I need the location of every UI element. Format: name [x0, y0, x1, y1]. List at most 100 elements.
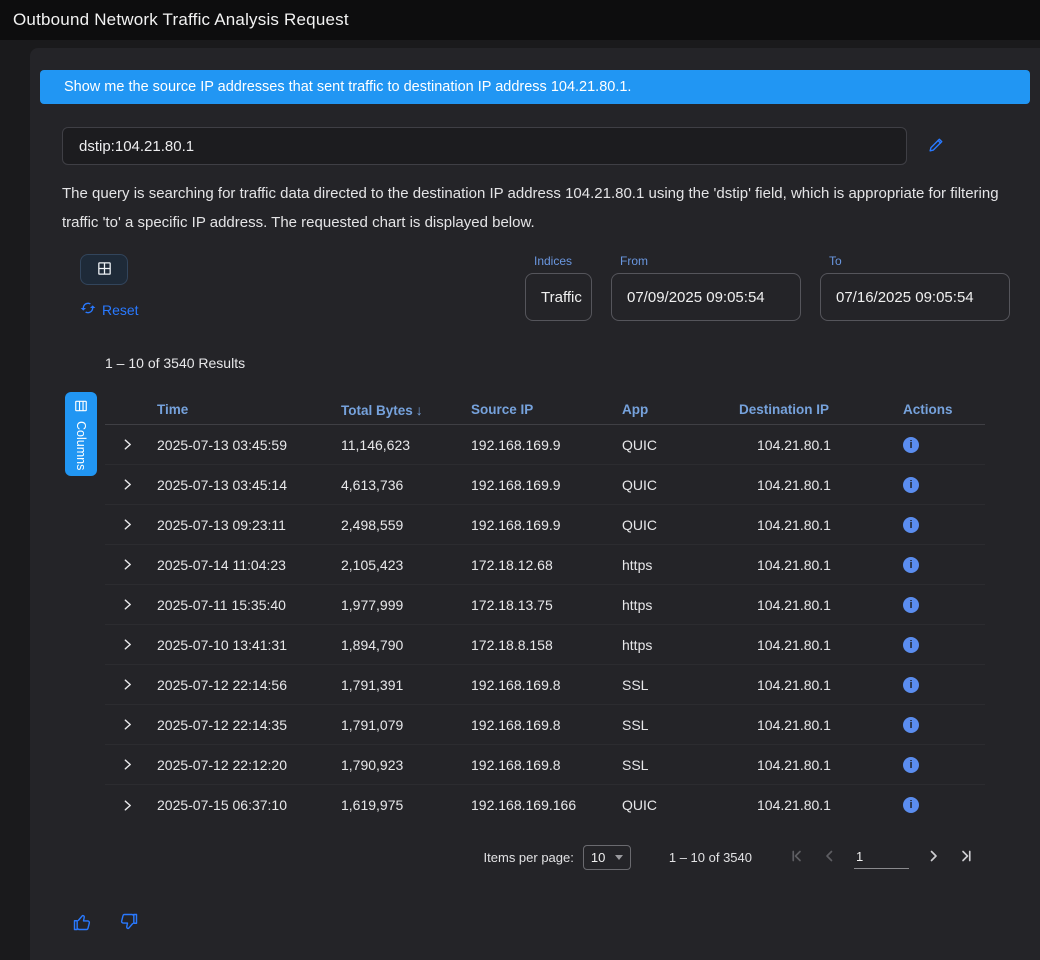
info-icon[interactable]: i: [903, 797, 919, 813]
table-row: 2025-07-13 03:45:14 4,613,736 192.168.16…: [105, 465, 985, 505]
first-page-icon: [788, 847, 806, 868]
cell-time: 2025-07-13 03:45:14: [157, 477, 341, 493]
cell-time: 2025-07-13 09:23:11: [157, 517, 341, 533]
reset-button[interactable]: Reset: [80, 300, 139, 319]
table-row: 2025-07-12 22:12:20 1,790,923 192.168.16…: [105, 745, 985, 785]
cell-source-ip: 192.168.169.8: [471, 677, 622, 693]
to-date-input[interactable]: 07/16/2025 09:05:54: [820, 273, 1010, 321]
cell-total-bytes: 4,613,736: [341, 477, 471, 493]
query-input[interactable]: dstip:104.21.80.1: [62, 127, 907, 165]
indices-value: Traffic: [541, 289, 582, 306]
expand-row-icon[interactable]: [121, 638, 157, 651]
expand-row-icon[interactable]: [121, 438, 157, 451]
cell-destination-ip: 104.21.80.1: [739, 437, 903, 453]
cell-time: 2025-07-12 22:14:35: [157, 717, 341, 733]
table-row: 2025-07-13 03:45:59 11,146,623 192.168.1…: [105, 425, 985, 465]
cell-app: SSL: [622, 717, 739, 733]
cell-destination-ip: 104.21.80.1: [739, 717, 903, 733]
page-title: Outbound Network Traffic Analysis Reques…: [13, 10, 349, 30]
info-icon[interactable]: i: [903, 757, 919, 773]
cell-time: 2025-07-15 06:37:10: [157, 797, 341, 813]
expand-row-icon[interactable]: [121, 598, 157, 611]
cell-total-bytes: 1,977,999: [341, 597, 471, 613]
columns-button[interactable]: Columns: [65, 392, 97, 476]
page-number-input[interactable]: [854, 847, 909, 869]
header-time[interactable]: Time: [157, 402, 341, 417]
header-total-bytes[interactable]: Total Bytes↓: [341, 402, 471, 418]
from-field: From 07/09/2025 09:05:54: [611, 254, 801, 321]
cell-source-ip: 192.168.169.9: [471, 437, 622, 453]
cell-destination-ip: 104.21.80.1: [739, 517, 903, 533]
cell-source-ip: 192.168.169.9: [471, 517, 622, 533]
info-icon[interactable]: i: [903, 717, 919, 733]
table-view-button[interactable]: [80, 254, 128, 285]
window-title-bar: Outbound Network Traffic Analysis Reques…: [0, 0, 1040, 40]
thumbs-down-button[interactable]: [119, 912, 139, 935]
to-field: To 07/16/2025 09:05:54: [820, 254, 1010, 321]
cell-total-bytes: 1,894,790: [341, 637, 471, 653]
pencil-icon: [928, 136, 945, 156]
cell-time: 2025-07-12 22:12:20: [157, 757, 341, 773]
indices-select[interactable]: Traffic: [525, 273, 592, 321]
previous-page-icon: [821, 847, 839, 868]
table-row: 2025-07-15 06:37:10 1,619,975 192.168.16…: [105, 785, 985, 825]
cell-total-bytes: 2,498,559: [341, 517, 471, 533]
info-icon[interactable]: i: [903, 477, 919, 493]
header-actions: Actions: [903, 402, 985, 417]
info-icon[interactable]: i: [903, 437, 919, 453]
info-icon[interactable]: i: [903, 557, 919, 573]
items-per-page-label: Items per page:: [484, 850, 574, 865]
reset-label: Reset: [102, 302, 139, 318]
expand-row-icon[interactable]: [121, 758, 157, 771]
expand-row-icon[interactable]: [121, 678, 157, 691]
to-label: To: [829, 254, 1010, 268]
from-date-input[interactable]: 07/09/2025 09:05:54: [611, 273, 801, 321]
query-explanation: The query is searching for traffic data …: [62, 179, 1014, 237]
next-page-button[interactable]: [924, 847, 942, 868]
previous-page-button[interactable]: [821, 847, 839, 868]
query-value: dstip:104.21.80.1: [79, 138, 194, 155]
indices-label: Indices: [534, 254, 592, 268]
user-request-text: Show me the source IP addresses that sen…: [64, 79, 631, 95]
edit-query-button[interactable]: [928, 136, 945, 156]
cell-total-bytes: 2,105,423: [341, 557, 471, 573]
cell-app: https: [622, 557, 739, 573]
expand-row-icon[interactable]: [121, 518, 157, 531]
cell-destination-ip: 104.21.80.1: [739, 557, 903, 573]
cell-source-ip: 172.18.12.68: [471, 557, 622, 573]
results-table: Time Total Bytes↓ Source IP App Destinat…: [105, 395, 985, 825]
last-page-button[interactable]: [957, 847, 975, 868]
cell-destination-ip: 104.21.80.1: [739, 757, 903, 773]
info-icon[interactable]: i: [903, 517, 919, 533]
header-source-ip[interactable]: Source IP: [471, 402, 622, 417]
thumbs-up-button[interactable]: [72, 912, 92, 935]
info-icon[interactable]: i: [903, 637, 919, 653]
results-summary: 1 – 10 of 3540 Results: [105, 355, 1030, 371]
user-request-banner: Show me the source IP addresses that sen…: [40, 70, 1030, 104]
expand-row-icon[interactable]: [121, 478, 157, 491]
cell-app: SSL: [622, 677, 739, 693]
cell-destination-ip: 104.21.80.1: [739, 677, 903, 693]
info-icon[interactable]: i: [903, 597, 919, 613]
cell-source-ip: 192.168.169.8: [471, 757, 622, 773]
table-row: 2025-07-14 11:04:23 2,105,423 172.18.12.…: [105, 545, 985, 585]
items-per-page-select[interactable]: 10: [583, 845, 631, 870]
thumbs-down-icon: [119, 912, 139, 935]
expand-row-icon[interactable]: [121, 718, 157, 731]
cell-time: 2025-07-10 13:41:31: [157, 637, 341, 653]
cell-time: 2025-07-14 11:04:23: [157, 557, 341, 573]
cell-time: 2025-07-12 22:14:56: [157, 677, 341, 693]
columns-icon: [74, 399, 88, 416]
cell-destination-ip: 104.21.80.1: [739, 637, 903, 653]
info-icon[interactable]: i: [903, 677, 919, 693]
cell-total-bytes: 1,619,975: [341, 797, 471, 813]
from-date-value: 07/09/2025 09:05:54: [627, 289, 765, 306]
header-app[interactable]: App: [622, 402, 739, 417]
expand-row-icon[interactable]: [121, 558, 157, 571]
expand-row-icon[interactable]: [121, 799, 157, 812]
refresh-icon: [80, 300, 96, 319]
pagination-range: 1 – 10 of 3540: [669, 850, 752, 865]
cell-source-ip: 172.18.13.75: [471, 597, 622, 613]
first-page-button[interactable]: [788, 847, 806, 868]
header-destination-ip[interactable]: Destination IP: [739, 402, 903, 417]
